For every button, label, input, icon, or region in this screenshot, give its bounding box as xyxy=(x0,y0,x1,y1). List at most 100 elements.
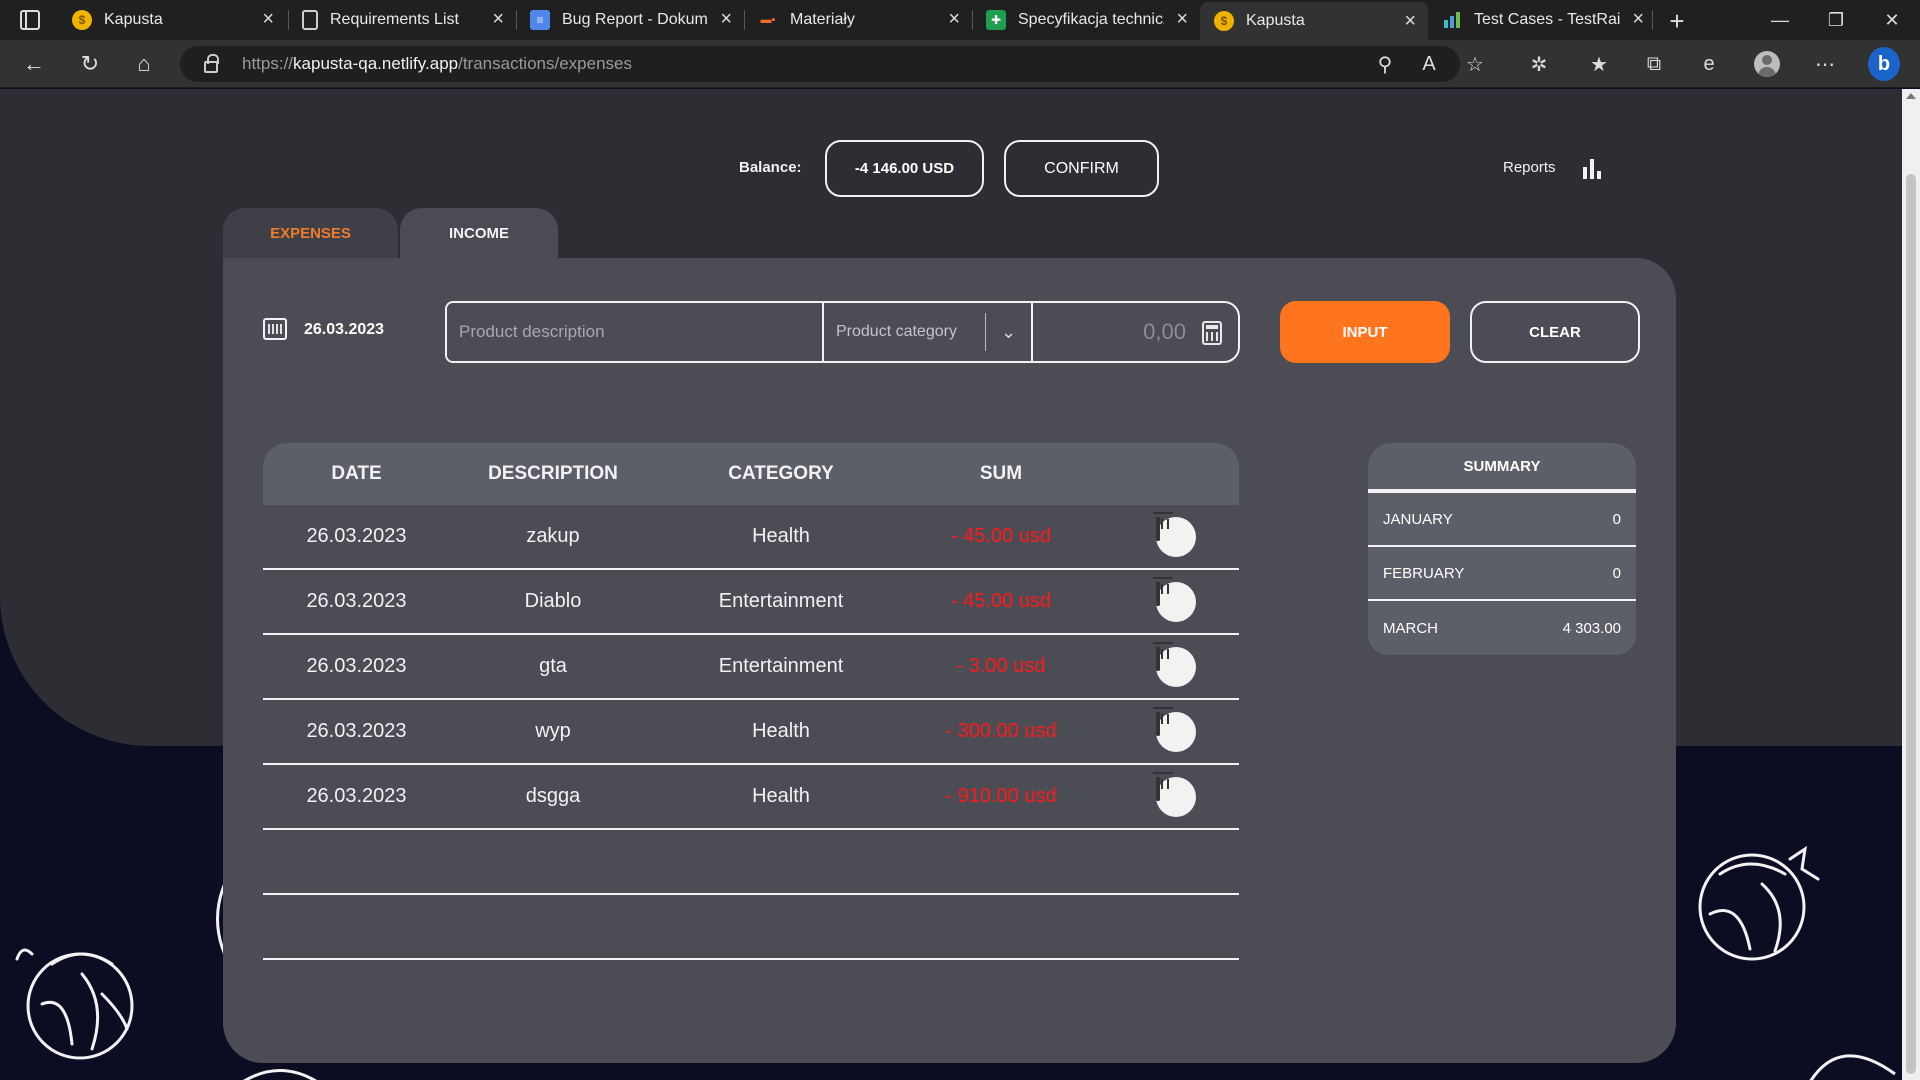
row-date: 26.03.2023 xyxy=(306,655,407,677)
tab-actions-icon[interactable] xyxy=(20,10,40,30)
tab-title: Specyfikacja techniczn xyxy=(1018,11,1164,28)
row-date: 26.03.2023 xyxy=(306,590,407,612)
summary-value: 4 303.00 xyxy=(1562,619,1621,637)
close-icon[interactable]: × xyxy=(1176,9,1188,29)
product-category-select[interactable]: Product category ⌄ xyxy=(824,303,1033,361)
empty-table-row xyxy=(263,830,1239,895)
header-date: DATE xyxy=(331,463,382,484)
add-favorite-icon[interactable]: ☆ xyxy=(1459,48,1491,80)
balance-value[interactable]: -4 146.00 USD xyxy=(825,140,984,197)
ie-mode-icon[interactable]: e xyxy=(1693,48,1725,80)
favorites-icon[interactable]: ★ xyxy=(1583,48,1615,80)
url-field[interactable]: https://kapusta-qa.netlify.app/transacti… xyxy=(180,46,1460,82)
product-category-placeholder: Product category xyxy=(836,323,957,340)
kapusta-page: Balance: -4 146.00 USD CONFIRM Reports E… xyxy=(0,89,1902,1080)
clear-button[interactable]: CLEAR xyxy=(1470,301,1640,363)
url-host: kapusta-qa.netlify.app xyxy=(293,54,459,73)
collections-icon[interactable]: ⧉ xyxy=(1638,48,1670,80)
transactions-panel: 26.03.2023 Product category ⌄ 0,00 INPUT… xyxy=(223,258,1676,1063)
product-description-input[interactable] xyxy=(447,303,824,361)
close-icon[interactable]: × xyxy=(1632,9,1644,29)
summary-title: SUMMARY xyxy=(1368,443,1636,493)
profile-icon[interactable] xyxy=(1751,48,1783,80)
chevron-down-icon[interactable]: ⌄ xyxy=(985,313,1031,351)
browser-tab-kapusta-1[interactable]: $ Kapusta × xyxy=(58,0,286,40)
row-description: Diablo xyxy=(524,590,582,612)
table-row: 26.03.2023 wyp Health - 300.00 usd xyxy=(263,700,1239,765)
tab-title: Materiały xyxy=(790,11,855,28)
document-icon xyxy=(302,10,318,30)
tab-title: Kapusta xyxy=(1246,12,1305,29)
calendar-icon[interactable] xyxy=(263,318,287,340)
transaction-form: Product category ⌄ 0,00 xyxy=(445,301,1240,363)
delete-trash-icon[interactable] xyxy=(1156,777,1196,817)
new-tab-plus-icon[interactable]: + xyxy=(1660,6,1694,37)
header-description: DESCRIPTION xyxy=(488,463,618,484)
close-icon[interactable]: × xyxy=(948,9,960,29)
browser-tab-specyfikacja[interactable]: ✚ Specyfikacja techniczn × xyxy=(972,0,1200,40)
balance-label: Balance: xyxy=(739,159,802,176)
scroll-up-arrow-icon[interactable] xyxy=(1906,93,1916,99)
extensions-icon[interactable]: ✲ xyxy=(1523,48,1555,80)
summary-row: MARCH 4 303.00 xyxy=(1368,601,1636,655)
date-picker[interactable]: 26.03.2023 xyxy=(304,321,384,339)
delete-trash-icon[interactable] xyxy=(1156,712,1196,752)
row-sum: - 300.00 usd xyxy=(945,720,1057,742)
browser-tab-kapusta-active[interactable]: $ Kapusta × xyxy=(1200,2,1428,40)
close-icon[interactable]: × xyxy=(720,9,732,29)
row-description: wyp xyxy=(535,720,571,742)
bar-chart-icon[interactable] xyxy=(1583,159,1603,179)
google-docs-icon: ≡ xyxy=(530,10,550,30)
row-date: 26.03.2023 xyxy=(306,720,407,742)
empty-table-row xyxy=(263,895,1239,960)
summary-card: SUMMARY JANUARY 0 FEBRUARY 0 MARCH 4 303… xyxy=(1368,443,1636,655)
materials-icon: ▬▪ xyxy=(760,14,776,26)
input-button[interactable]: INPUT xyxy=(1280,301,1450,363)
header-category: CATEGORY xyxy=(728,463,834,484)
row-category: Health xyxy=(752,720,810,742)
url-path: /transactions/expenses xyxy=(458,54,632,73)
row-date: 26.03.2023 xyxy=(306,785,407,807)
coin-icon: $ xyxy=(1214,11,1234,31)
transactions-table: DATE DESCRIPTION CATEGORY SUM 26.03.2023… xyxy=(263,443,1239,960)
browser-tab-materialy[interactable]: ▬▪ Materiały × xyxy=(744,0,972,40)
back-arrow-icon[interactable]: ← xyxy=(18,48,50,80)
lock-icon xyxy=(204,54,219,73)
key-icon[interactable]: ⚲ xyxy=(1369,48,1401,80)
tab-income[interactable]: INCOME xyxy=(400,208,558,259)
close-icon[interactable]: × xyxy=(1404,11,1416,31)
close-icon[interactable]: × xyxy=(262,9,274,29)
delete-trash-icon[interactable] xyxy=(1156,517,1196,557)
browser-tab-bug-report[interactable]: ≡ Bug Report - Dokumen × xyxy=(516,0,744,40)
refresh-icon[interactable]: ↻ xyxy=(74,48,106,80)
calculator-icon[interactable] xyxy=(1202,321,1222,345)
row-sum: - 3.00 usd xyxy=(956,655,1046,677)
tab-separator xyxy=(1652,10,1653,30)
reports-link[interactable]: Reports xyxy=(1503,159,1556,176)
read-aloud-icon[interactable]: A xyxy=(1413,48,1445,80)
summary-row: JANUARY 0 xyxy=(1368,493,1636,547)
tab-title: Bug Report - Dokumen xyxy=(562,11,708,28)
row-category: Health xyxy=(752,785,810,807)
delete-trash-icon[interactable] xyxy=(1156,647,1196,687)
confirm-button[interactable]: CONFIRM xyxy=(1004,140,1159,197)
delete-trash-icon[interactable] xyxy=(1156,582,1196,622)
tab-title: Kapusta xyxy=(104,11,163,28)
minimize-icon[interactable]: — xyxy=(1752,0,1808,40)
bing-icon[interactable]: b xyxy=(1868,47,1900,81)
page-scrollbar[interactable] xyxy=(1902,89,1920,1080)
home-icon[interactable]: ⌂ xyxy=(128,48,160,80)
row-sum: - 910.00 usd xyxy=(945,785,1057,807)
close-icon[interactable]: × xyxy=(492,9,504,29)
scrollbar-thumb[interactable] xyxy=(1906,174,1916,1074)
browser-tab-requirements[interactable]: Requirements List × xyxy=(288,0,516,40)
sum-input[interactable]: 0,00 xyxy=(1033,303,1238,361)
sum-placeholder: 0,00 xyxy=(1143,319,1186,344)
tab-title: Test Cases - TestRail xyxy=(1474,11,1620,28)
row-sum: - 45.00 usd xyxy=(950,525,1052,547)
browser-tab-testrail[interactable]: Test Cases - TestRail × xyxy=(1428,0,1656,40)
restore-icon[interactable]: ❐ xyxy=(1808,0,1864,40)
more-menu-icon[interactable]: ⋯ xyxy=(1809,48,1841,80)
tab-expenses[interactable]: EXPENSES xyxy=(223,208,398,259)
window-close-icon[interactable]: ✕ xyxy=(1864,0,1920,40)
